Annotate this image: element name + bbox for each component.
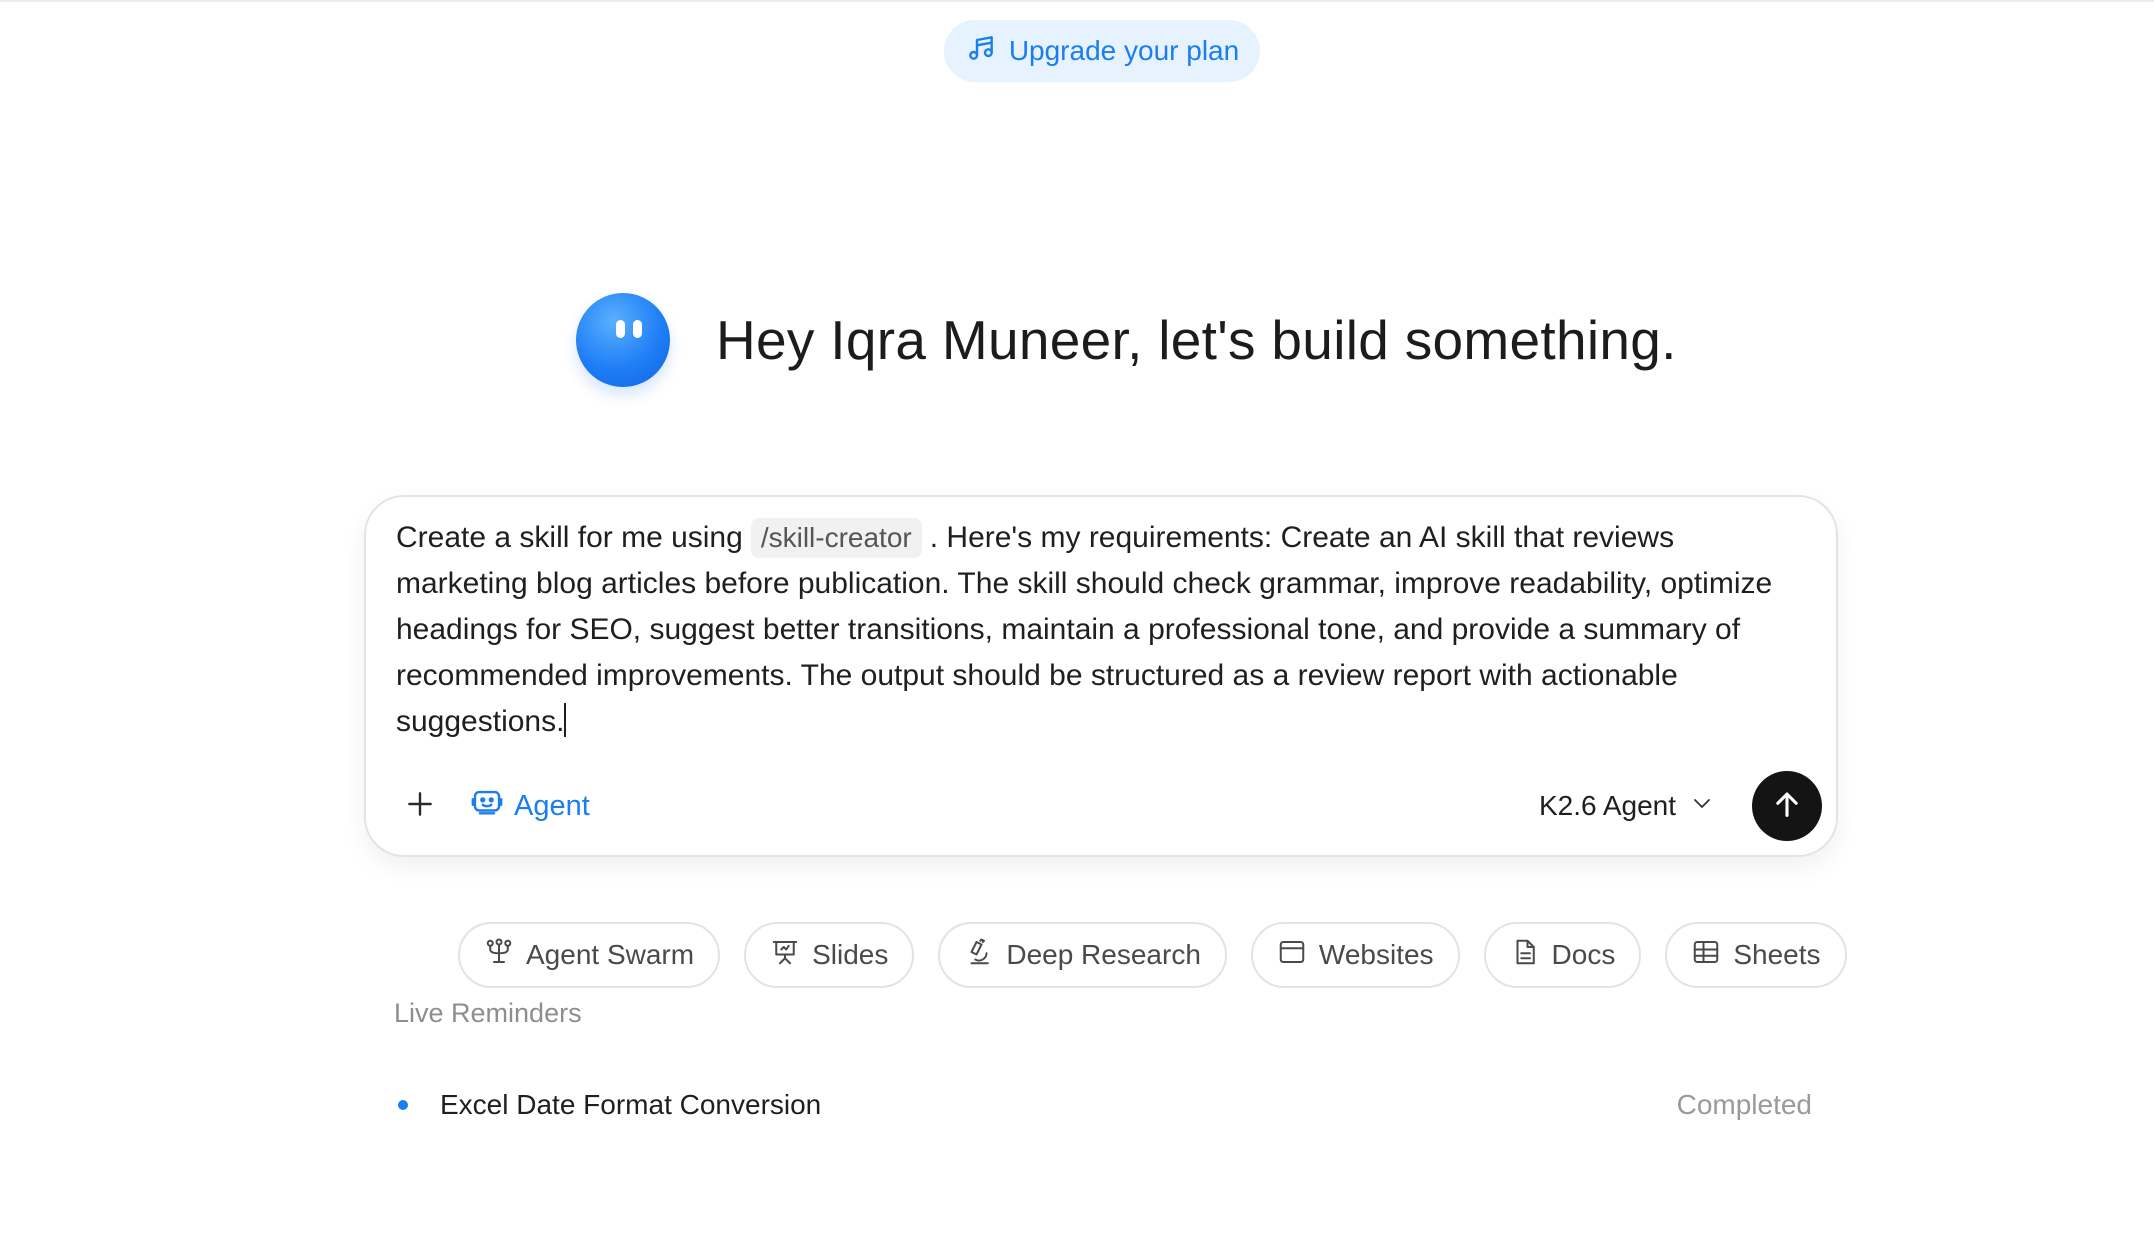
deep-research-label: Deep Research: [1006, 939, 1201, 970]
agent-mode-toggle[interactable]: Agent: [470, 785, 590, 827]
quick-actions: Agent Swarm Slides Deep Research Website…: [458, 922, 1847, 988]
reminder-item[interactable]: Excel Date Format Conversion Completed: [398, 1085, 1812, 1125]
document-icon: [1510, 937, 1540, 974]
agent-swarm-label: Agent Swarm: [526, 939, 695, 970]
composer-toolbar: Agent K2.6 Agent: [396, 771, 1822, 841]
skill-command-chip[interactable]: /skill-creator: [750, 518, 922, 558]
plus-icon: [404, 788, 436, 825]
agent-swarm-button[interactable]: Agent Swarm: [458, 922, 721, 988]
top-divider: [0, 0, 2154, 2]
agent-swarm-icon: [484, 937, 514, 974]
prompt-text-before: Create a skill for me using: [396, 521, 743, 554]
mascot-left-eye: [616, 320, 625, 338]
slides-button[interactable]: Slides: [744, 922, 915, 988]
slides-icon: [770, 937, 800, 974]
microscope-icon: [964, 937, 994, 974]
docs-button[interactable]: Docs: [1483, 922, 1642, 988]
websites-label: Websites: [1318, 939, 1434, 970]
sheets-label: Sheets: [1733, 939, 1821, 970]
docs-label: Docs: [1551, 939, 1616, 970]
model-selector-label: K2.6 Agent: [1538, 790, 1676, 821]
reminder-title[interactable]: Excel Date Format Conversion: [440, 1089, 821, 1121]
status-dot: [398, 1100, 408, 1110]
prompt-composer: Create a skill for me using/skill-creato…: [364, 495, 1838, 857]
live-reminders-heading: Live Reminders: [394, 998, 582, 1028]
greeting: Hey Iqra Muneer, let's build something.: [576, 290, 1677, 390]
add-attachment-button[interactable]: [396, 782, 444, 830]
upgrade-plan-button[interactable]: Upgrade your plan: [944, 20, 1260, 82]
agent-mode-label: Agent: [514, 789, 590, 822]
reminder-status: Completed: [1676, 1089, 1812, 1120]
slides-label: Slides: [812, 939, 889, 970]
music-notes-icon: [965, 32, 997, 71]
table-icon: [1691, 937, 1721, 974]
agent-robot-icon: [470, 785, 504, 827]
arrow-up-icon: [1770, 787, 1804, 826]
deep-research-button[interactable]: Deep Research: [938, 922, 1227, 988]
greeting-heading: Hey Iqra Muneer, let's build something.: [716, 309, 1677, 371]
model-selector[interactable]: K2.6 Agent: [1539, 790, 1714, 822]
mascot-right-eye: [633, 320, 642, 338]
upgrade-plan-label: Upgrade your plan: [1008, 35, 1240, 66]
page: Upgrade your plan Hey Iqra Muneer, let's…: [0, 0, 2154, 1240]
chevron-down-icon: [1690, 790, 1714, 822]
websites-button[interactable]: Websites: [1250, 922, 1460, 988]
text-caret: [564, 703, 567, 737]
sheets-button[interactable]: Sheets: [1665, 922, 1847, 988]
send-button[interactable]: [1752, 771, 1822, 841]
prompt-input[interactable]: Create a skill for me using/skill-creato…: [396, 515, 1796, 745]
browser-window-icon: [1277, 937, 1307, 974]
mascot-avatar: [576, 293, 670, 387]
